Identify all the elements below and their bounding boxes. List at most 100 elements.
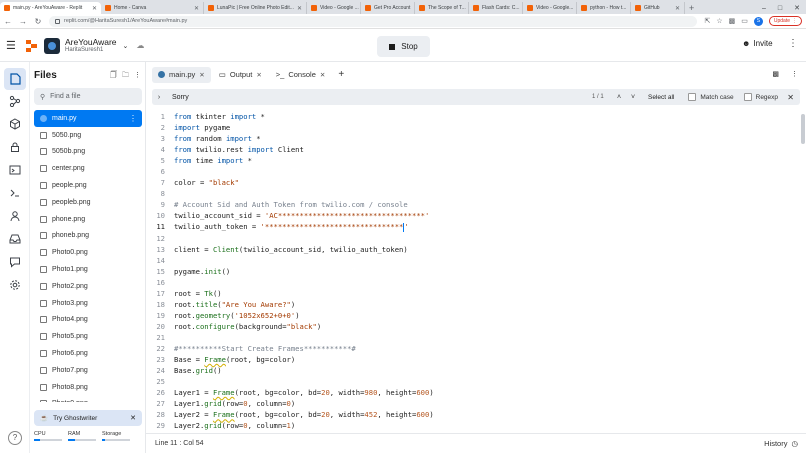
close-icon[interactable]: ✕	[199, 71, 204, 79]
file-item[interactable]: Photo0.png	[34, 244, 142, 261]
close-icon[interactable]: ✕	[256, 71, 261, 79]
file-item[interactable]: phoneb.png	[34, 228, 142, 245]
editor-scrollbar[interactable]	[801, 114, 805, 144]
file-item[interactable]: Photo9.png	[34, 396, 142, 402]
file-item[interactable]: peopleb.png	[34, 194, 142, 211]
chrome-update-button[interactable]: Update ⋮	[768, 16, 802, 26]
tab-console[interactable]: >_ Console ✕	[270, 67, 332, 83]
file-name: people.png	[52, 182, 87, 190]
close-icon[interactable]: ✕	[92, 5, 97, 12]
add-tab-icon[interactable]: +	[333, 69, 349, 80]
new-folder-icon[interactable]: 🗀	[122, 71, 129, 82]
chevron-up-icon[interactable]: ˄	[612, 94, 626, 101]
close-icon[interactable]: ✕	[130, 414, 136, 422]
share-icon[interactable]: ⇱	[704, 17, 710, 25]
shell-icon[interactable]	[8, 186, 22, 200]
project-avatar[interactable]	[44, 37, 60, 54]
close-icon[interactable]: ✕	[194, 5, 199, 12]
close-icon[interactable]: ✕	[787, 93, 794, 102]
browser-tab[interactable]: Video - Google...✕	[523, 2, 577, 14]
extensions-icon[interactable]: ▩	[729, 17, 736, 25]
maximize-icon[interactable]: □	[778, 5, 782, 12]
new-tab-icon[interactable]: +	[685, 2, 698, 14]
help-icon[interactable]: ?	[8, 431, 22, 445]
chevron-right-icon[interactable]: ›	[152, 94, 166, 101]
browser-tab[interactable]: The Scope of T...✕	[415, 2, 469, 14]
back-icon[interactable]: ←	[4, 17, 12, 26]
close-icon[interactable]: ✕	[320, 71, 325, 79]
git-icon[interactable]	[8, 94, 22, 108]
file-options-icon[interactable]: ⋮	[129, 114, 137, 123]
file-item[interactable]: center.png	[34, 160, 142, 177]
code-line: 9 # Account Sid and Auth Token from twili…	[152, 199, 802, 210]
file-item[interactable]: Photo1.png	[34, 261, 142, 278]
storage-label: Storage	[102, 431, 122, 437]
find-input[interactable]: Sorry	[172, 94, 592, 101]
select-all-button[interactable]: Select all	[644, 94, 678, 101]
browser-tab-label: python - How t...	[590, 5, 627, 11]
more-options-icon[interactable]: ⋮	[791, 70, 798, 78]
match-case-checkbox[interactable]: Match case	[688, 93, 734, 101]
file-item[interactable]: Photo8.png	[34, 379, 142, 396]
close-icon[interactable]: ✕	[675, 5, 680, 12]
more-options-icon[interactable]: ⋮	[788, 38, 798, 49]
file-item[interactable]: Photo3.png	[34, 295, 142, 312]
url-input[interactable]: replit.com/@HaritaSuresh1/AreYouAware#ma…	[49, 15, 698, 27]
forward-icon[interactable]: →	[19, 17, 27, 26]
find-file-input[interactable]: ⚲ Find a file	[34, 88, 142, 105]
file-item[interactable]: Photo4.png	[34, 312, 142, 329]
resource-usage[interactable]: CPU RAM Storage	[34, 431, 142, 449]
ghostwriter-label: Try Ghostwriter	[53, 414, 98, 422]
browser-tab[interactable]: main.py - AreYouAware - Replit ✕	[0, 2, 101, 14]
packages-cube-icon[interactable]	[8, 117, 22, 131]
menu-hamburger-icon[interactable]: ☰	[6, 39, 20, 52]
file-item[interactable]: 5050b.png	[34, 144, 142, 161]
replit-logo-icon[interactable]	[26, 39, 38, 52]
regexp-checkbox[interactable]: Regexp	[743, 93, 778, 101]
file-item[interactable]: Photo7.png	[34, 362, 142, 379]
reload-icon[interactable]: ↻	[34, 17, 42, 26]
profile-avatar[interactable]: S	[753, 16, 763, 26]
browser-tab[interactable]: python - How t...✕	[577, 2, 631, 14]
tab-main-py[interactable]: main.py ✕	[152, 66, 211, 83]
close-window-icon[interactable]: ✕	[794, 4, 800, 12]
invite-button[interactable]: ☻ Invite	[742, 39, 773, 48]
browser-tab[interactable]: Video - Google ...✕	[307, 2, 361, 14]
tab-output[interactable]: ▭ Output ✕	[213, 67, 268, 83]
file-item[interactable]: main.py ⋮	[34, 110, 142, 127]
file-item[interactable]: Photo2.png	[34, 278, 142, 295]
line-number: 20	[156, 321, 165, 331]
minimize-icon[interactable]: –	[762, 5, 766, 12]
more-options-icon[interactable]: ⋮	[134, 71, 141, 82]
close-icon[interactable]: ✕	[297, 5, 302, 12]
browser-tab[interactable]: Flash Cards: C...✕	[469, 2, 523, 14]
settings-gear-icon[interactable]	[8, 278, 22, 292]
inbox-icon[interactable]	[8, 232, 22, 246]
bookmark-star-icon[interactable]: ☆	[716, 17, 722, 25]
chat-icon[interactable]	[8, 255, 22, 269]
ghostwriter-banner[interactable]: ☕ Try Ghostwriter ✕	[34, 410, 142, 426]
file-item[interactable]: Photo6.png	[34, 345, 142, 362]
browser-tab[interactable]: LunaPic | Free Online Photo Edit... ✕	[204, 2, 307, 14]
browser-tab[interactable]: Home - Canva ✕	[101, 2, 204, 14]
history-button[interactable]: History ◷	[764, 439, 798, 448]
file-item[interactable]: phone.png	[34, 211, 142, 228]
project-title[interactable]: AreYouAware HaritaSuresh1	[65, 37, 117, 54]
chevron-down-icon[interactable]: ˅	[626, 94, 640, 101]
code-editor[interactable]: 1 from tkinter import * 2 import pygame 3 fro…	[152, 111, 802, 431]
layout-icon[interactable]: ▩	[772, 70, 779, 78]
new-file-icon[interactable]: 🗍	[110, 71, 117, 82]
files-icon[interactable]	[4, 68, 26, 90]
chevron-down-icon[interactable]: ⌄	[123, 42, 129, 50]
browser-tab[interactable]: GitHub ✕	[631, 2, 685, 14]
sidepanel-icon[interactable]: ▭	[741, 17, 748, 25]
file-item[interactable]: 5050.png	[34, 127, 142, 144]
file-item[interactable]: people.png	[34, 177, 142, 194]
secrets-lock-icon[interactable]	[8, 140, 22, 154]
browser-tab[interactable]: Get Pro Account✕	[361, 2, 415, 14]
image-file-icon	[40, 400, 47, 402]
user-icon[interactable]	[8, 209, 22, 223]
file-item[interactable]: Photo5.png	[34, 328, 142, 345]
console-icon[interactable]	[8, 163, 22, 177]
stop-button[interactable]: Stop	[377, 36, 430, 57]
